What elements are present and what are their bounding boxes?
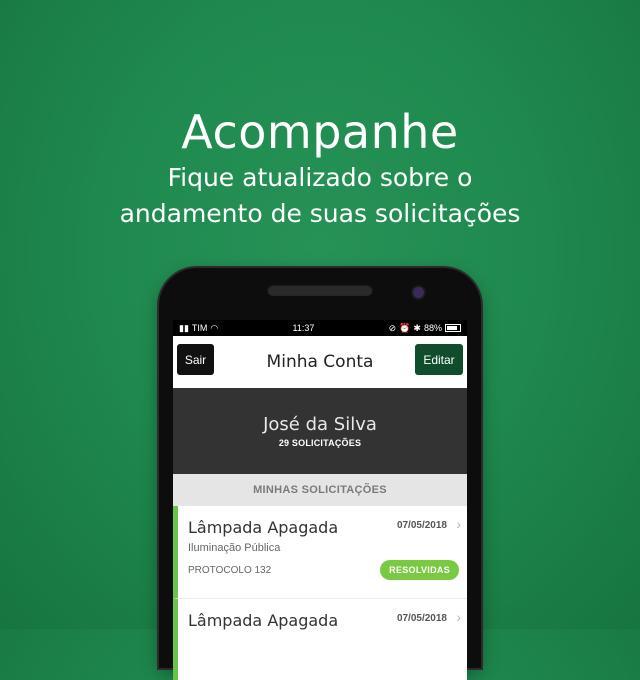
request-title: Lâmpada Apagada: [188, 518, 339, 537]
user-name: José da Silva: [263, 414, 377, 435]
chevron-right-icon: ›: [456, 609, 461, 625]
phone-mockup: ▮▮ TIM ◠ 11:37 ⊘ ⏰ ✱ 88% Sair Minha Cont…: [159, 268, 481, 680]
profile-header: José da Silva 29 SOLICITAÇÕES: [173, 388, 467, 474]
logout-button[interactable]: Sair: [177, 344, 214, 375]
phone-camera: [413, 287, 424, 298]
request-protocol: PROTOCOLO 132: [188, 565, 272, 576]
request-count: 29 SOLICITAÇÕES: [278, 438, 362, 448]
phone-speaker: [267, 284, 373, 296]
status-bar: ▮▮ TIM ◠ 11:37 ⊘ ⏰ ✱ 88%: [173, 320, 467, 336]
battery-percent: 88%: [423, 323, 442, 333]
alarm-icon: ⏰: [399, 322, 411, 333]
request-category: Iluminação Pública: [188, 542, 281, 554]
status-badge: RESOLVIDAS: [380, 560, 459, 580]
section-header: MINHAS SOLICITAÇÕES: [173, 474, 467, 506]
list-item[interactable]: Lâmpada Apagada Iluminação Pública PROTO…: [173, 506, 467, 599]
hero-subtitle-line2: andamento de suas solicitações: [119, 199, 521, 228]
chevron-right-icon: ›: [456, 516, 461, 532]
phone-screen: ▮▮ TIM ◠ 11:37 ⊘ ⏰ ✱ 88% Sair Minha Cont…: [173, 320, 467, 680]
edit-button[interactable]: Editar: [415, 344, 463, 375]
hero-subtitle-line1: Fique atualizado sobre o: [167, 163, 473, 192]
location-icon: ⊘: [388, 322, 397, 333]
status-time: 11:37: [292, 323, 315, 333]
request-title: Lâmpada Apagada: [188, 611, 339, 630]
nav-bar: Sair Minha Conta Editar: [173, 336, 467, 388]
signal-icon: ▮▮: [179, 322, 189, 333]
carrier-label: TIM: [191, 323, 208, 333]
hero-section: Acompanhe Fique atualizado sobre o andam…: [0, 104, 640, 232]
list-item[interactable]: Lâmpada Apagada 07/05/2018 ›: [173, 599, 467, 680]
request-date: 07/05/2018: [396, 520, 447, 531]
page-title: Minha Conta: [266, 352, 374, 372]
bluetooth-icon: ✱: [413, 322, 421, 333]
hero-title: Acompanhe: [181, 105, 459, 159]
wifi-icon: ◠: [210, 322, 219, 333]
request-date: 07/05/2018: [396, 613, 447, 624]
battery-icon: [444, 324, 461, 332]
